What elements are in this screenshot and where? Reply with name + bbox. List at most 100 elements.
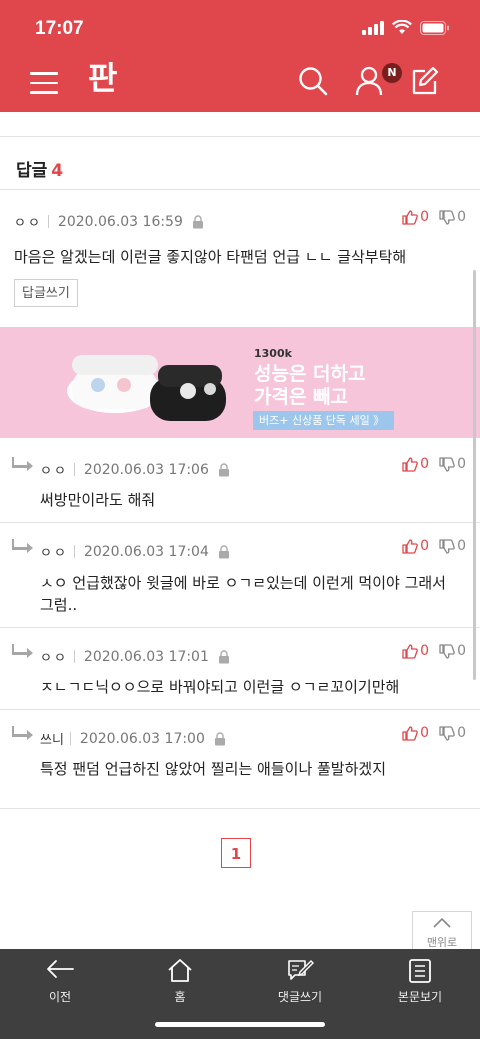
nav-write-comment[interactable]: 댓글쓰기 bbox=[240, 949, 360, 1009]
ad-banner[interactable]: 1300k 성능은 더하고 가격은 빼고 버즈+ 신상품 단독 세일 》 bbox=[0, 327, 480, 438]
nav-back[interactable]: 이전 bbox=[0, 949, 120, 1009]
lock-icon bbox=[218, 462, 229, 476]
ad-tag: 버즈+ 신상품 단독 세일 》 bbox=[253, 411, 394, 430]
dislike-count: 0 bbox=[457, 456, 466, 472]
comment-date: 2020.06.03 16:59 bbox=[57, 213, 183, 230]
search-icon[interactable] bbox=[298, 66, 328, 96]
reply-author: ㅇㅇ bbox=[40, 546, 68, 561]
reply-votes: 0 0 bbox=[402, 456, 466, 472]
content-top-divider bbox=[0, 136, 480, 137]
ad-headline: 성능은 더하고 가격은 빼고 bbox=[254, 363, 366, 409]
ad-headline-line1: 성능은 더하고 bbox=[254, 363, 366, 385]
dislike-button[interactable]: 0 bbox=[439, 643, 466, 659]
thumbs-down-icon bbox=[439, 643, 455, 659]
reply-date: 2020.06.03 17:01 bbox=[83, 648, 209, 665]
thumbs-up-icon bbox=[402, 456, 418, 472]
comment-text: 마음은 알겠는데 이런글 좋지않아 타팬덤 언급 ㄴㄴ 글삭부탁해 bbox=[14, 248, 407, 266]
reply-text: 써방만이라도 해줘 bbox=[40, 491, 156, 509]
status-time: 17:07 bbox=[35, 18, 84, 39]
dislike-count: 0 bbox=[457, 209, 466, 225]
ad-headline-line2: 가격은 빼고 bbox=[254, 386, 349, 408]
like-button[interactable]: 0 bbox=[402, 456, 429, 472]
like-count: 0 bbox=[420, 456, 430, 472]
dislike-button[interactable]: 0 bbox=[439, 538, 466, 554]
thumbs-down-icon bbox=[439, 538, 455, 554]
home-icon bbox=[168, 959, 192, 982]
reply-arrow-icon bbox=[12, 644, 33, 658]
like-button[interactable]: 0 bbox=[402, 643, 429, 659]
divider bbox=[0, 709, 480, 710]
divider bbox=[0, 808, 480, 809]
comment-votes: 0 0 bbox=[402, 209, 466, 225]
reply-arrow-icon bbox=[12, 539, 33, 553]
nav-back-label: 이전 bbox=[48, 990, 72, 1004]
wifi-icon bbox=[392, 20, 412, 34]
reply-count: 4 bbox=[51, 161, 64, 181]
reply-date: 2020.06.03 17:06 bbox=[83, 461, 209, 478]
scroll-to-top-label: 맨위로 bbox=[426, 936, 458, 949]
dislike-count: 0 bbox=[457, 538, 466, 554]
thumbs-down-icon bbox=[439, 456, 455, 472]
chevron-up-icon bbox=[433, 917, 451, 928]
reply-text: ㅅㅇ 언급했잖아 윗글에 바로 ㅇㄱㄹ있는데 이런게 먹이야 그래서 그럼.. bbox=[40, 574, 446, 614]
reply-date: 2020.06.03 17:04 bbox=[83, 543, 209, 560]
lock-icon bbox=[218, 544, 229, 558]
menu-icon[interactable] bbox=[30, 72, 58, 94]
like-count: 0 bbox=[420, 725, 430, 741]
comment-meta: ㅇㅇ 2020.06.03 16:59 bbox=[14, 212, 204, 231]
comment-author: ㅇㅇ bbox=[14, 216, 42, 231]
reply-meta: ㅇㅇ 2020.06.03 17:01 bbox=[40, 647, 230, 666]
reply-votes: 0 0 bbox=[402, 725, 466, 741]
reply-text: 특정 팬덤 언급하진 않았어 찔리는 애들이나 풀발하겠지 bbox=[40, 760, 387, 778]
page-number-current[interactable]: 1 bbox=[221, 838, 251, 868]
home-indicator[interactable] bbox=[155, 1022, 325, 1027]
thumbs-up-icon bbox=[402, 538, 418, 554]
like-count: 0 bbox=[420, 538, 430, 554]
dislike-button[interactable]: 0 bbox=[439, 725, 466, 741]
dislike-button[interactable]: 0 bbox=[439, 456, 466, 472]
divider bbox=[0, 522, 480, 523]
write-post-icon[interactable] bbox=[411, 66, 439, 96]
ad-brand: 1300k bbox=[254, 347, 292, 360]
nav-home[interactable]: 홈 bbox=[120, 949, 240, 1009]
reply-button[interactable]: 답글쓰기 bbox=[14, 279, 78, 307]
reply-author: 쓰니 bbox=[40, 733, 64, 748]
nav-home-label: 홈 bbox=[174, 990, 186, 1004]
document-icon bbox=[409, 959, 431, 983]
reply-text: ㅈㄴㄱㄷ닉ㅇㅇ으로 바꿔야되고 이런글 ㅇㄱㄹ꼬이기만해 bbox=[40, 678, 400, 696]
thumbs-down-icon bbox=[439, 209, 455, 225]
like-button[interactable]: 0 bbox=[402, 538, 429, 554]
thumbs-up-icon bbox=[402, 209, 418, 225]
earbuds-ad-image bbox=[67, 355, 226, 421]
battery-icon bbox=[420, 20, 449, 35]
thumbs-down-icon bbox=[439, 725, 455, 741]
thumbs-up-icon bbox=[402, 643, 418, 659]
section-title-label: 답글 bbox=[16, 161, 48, 181]
app-logo[interactable]: 판 bbox=[88, 62, 117, 94]
scrollbar[interactable] bbox=[473, 270, 476, 680]
like-count: 0 bbox=[420, 209, 430, 225]
like-button[interactable]: 0 bbox=[402, 725, 429, 741]
cellular-signal-icon bbox=[362, 20, 384, 35]
replies-section-title: 답글 4 bbox=[16, 156, 63, 181]
like-button[interactable]: 0 bbox=[402, 209, 429, 225]
lock-icon bbox=[214, 731, 225, 745]
dislike-count: 0 bbox=[457, 725, 466, 741]
reply-meta: ㅇㅇ 2020.06.03 17:04 bbox=[40, 542, 230, 561]
reply-meta: 쓰니 2020.06.03 17:00 bbox=[40, 729, 226, 748]
like-count: 0 bbox=[420, 643, 430, 659]
dislike-button[interactable]: 0 bbox=[439, 209, 466, 225]
write-comment-icon bbox=[288, 960, 314, 980]
reply-meta: ㅇㅇ 2020.06.03 17:06 bbox=[40, 460, 230, 479]
divider bbox=[0, 627, 480, 628]
reply-author: ㅇㅇ bbox=[40, 651, 68, 666]
status-icons bbox=[362, 20, 450, 35]
reply-author: ㅇㅇ bbox=[40, 464, 68, 479]
profile-icon[interactable] bbox=[355, 66, 383, 96]
reply-arrow-icon bbox=[12, 457, 33, 471]
nav-view-post-label: 본문보기 bbox=[397, 990, 443, 1004]
notification-badge: N bbox=[382, 63, 402, 83]
app-header: 17:07 판 N bbox=[0, 0, 480, 112]
dislike-count: 0 bbox=[457, 643, 466, 659]
nav-view-post[interactable]: 본문보기 bbox=[360, 949, 480, 1009]
